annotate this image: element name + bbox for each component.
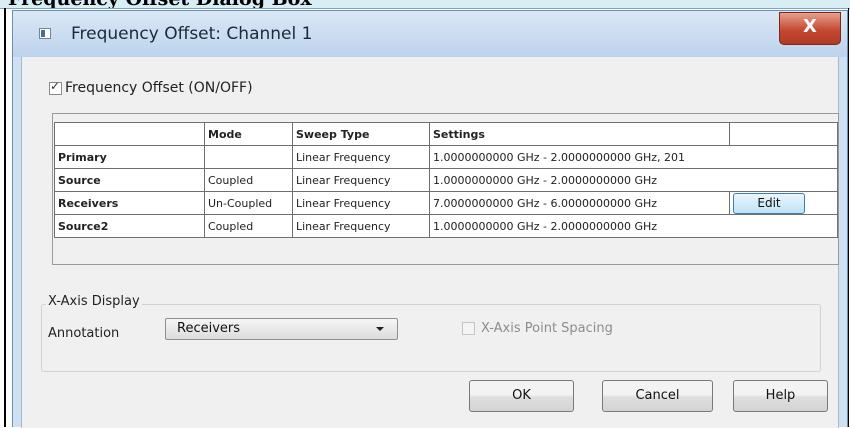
frequency-offset-toggle[interactable]: Frequency Offset (ON/OFF) bbox=[49, 79, 253, 97]
grid-header-row: Mode Sweep Type Settings bbox=[54, 122, 838, 146]
grid-header-action bbox=[729, 122, 838, 146]
dialog-body: Frequency Offset (ON/OFF) Mode Sweep Typ… bbox=[21, 57, 839, 428]
close-icon: X bbox=[803, 16, 817, 37]
grid-header-settings: Settings bbox=[429, 122, 730, 146]
annotation-label: Annotation bbox=[48, 326, 120, 341]
row-settings-cell: 1.0000000000 GHz - 2.0000000000 GHz, 201 bbox=[429, 145, 838, 169]
table-row[interactable]: Receivers Un-Coupled Linear Frequency 7.… bbox=[54, 191, 838, 215]
row-name-cell: Receivers bbox=[54, 191, 205, 215]
row-mode-cell: Coupled bbox=[204, 214, 293, 238]
sweep-grid: Mode Sweep Type Settings Primary Linear … bbox=[54, 122, 838, 238]
row-sweep-type-cell: Linear Frequency bbox=[292, 191, 430, 215]
grid-header-mode: Mode bbox=[204, 122, 293, 146]
close-button[interactable]: X bbox=[779, 12, 841, 45]
table-row[interactable]: Primary Linear Frequency 1.0000000000 GH… bbox=[54, 145, 838, 169]
row-name-cell: Source bbox=[54, 168, 205, 192]
table-row[interactable]: Source Coupled Linear Frequency 1.000000… bbox=[54, 168, 838, 192]
row-mode-cell: Coupled bbox=[204, 168, 293, 192]
x-axis-display-group bbox=[41, 304, 821, 372]
x-axis-point-spacing-checkbox[interactable] bbox=[462, 321, 475, 335]
row-sweep-type-cell: Linear Frequency bbox=[292, 145, 430, 169]
annotation-dropdown[interactable]: Receivers bbox=[165, 318, 398, 340]
edit-button[interactable]: Edit bbox=[733, 192, 805, 214]
ok-button[interactable]: OK bbox=[469, 380, 574, 412]
dialog-title: Frequency Offset: Channel 1 bbox=[71, 24, 313, 44]
window-icon bbox=[39, 28, 51, 39]
chevron-down-icon bbox=[376, 327, 384, 331]
row-sweep-type-cell: Linear Frequency bbox=[292, 168, 430, 192]
table-row[interactable]: Source2 Coupled Linear Frequency 1.00000… bbox=[54, 214, 838, 238]
row-sweep-type-cell: Linear Frequency bbox=[292, 214, 430, 238]
sweep-grid-panel: Mode Sweep Type Settings Primary Linear … bbox=[52, 113, 839, 265]
grid-header-sweep-type: Sweep Type bbox=[292, 122, 430, 146]
help-button[interactable]: Help bbox=[733, 380, 828, 412]
title-bar[interactable]: Frequency Offset: Channel 1 X bbox=[13, 11, 847, 57]
annotation-selected-value: Receivers bbox=[177, 321, 241, 336]
row-mode-cell: Un-Coupled bbox=[204, 191, 293, 215]
x-axis-point-spacing-label: X-Axis Point Spacing bbox=[481, 320, 613, 336]
x-axis-display-title: X-Axis Display bbox=[46, 294, 142, 309]
row-action-cell: Edit bbox=[729, 191, 838, 215]
row-mode-cell bbox=[204, 145, 293, 169]
frequency-offset-checkbox[interactable] bbox=[49, 79, 62, 95]
row-name-cell: Source2 bbox=[54, 214, 205, 238]
row-settings-cell: 7.0000000000 GHz - 6.0000000000 GHz bbox=[429, 191, 730, 215]
cancel-button[interactable]: Cancel bbox=[602, 380, 713, 412]
row-settings-cell: 1.0000000000 GHz - 2.0000000000 GHz bbox=[429, 168, 838, 192]
row-settings-cell: 1.0000000000 GHz - 2.0000000000 GHz bbox=[429, 214, 838, 238]
x-axis-point-spacing-toggle[interactable]: X-Axis Point Spacing bbox=[462, 319, 613, 337]
frequency-offset-label: Frequency Offset (ON/OFF) bbox=[65, 80, 253, 96]
grid-header-name bbox=[54, 122, 205, 146]
dialog-window: Frequency Offset: Channel 1 X Frequency … bbox=[12, 10, 848, 428]
row-name-cell: Primary bbox=[54, 145, 205, 169]
